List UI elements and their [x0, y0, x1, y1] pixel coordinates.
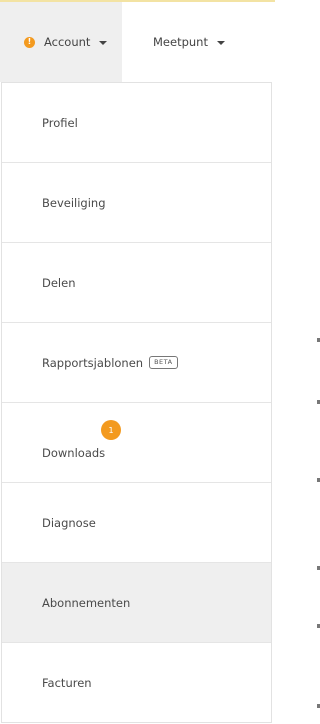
menu-item-downloads[interactable]: 1 Downloads [2, 403, 271, 483]
menu-item-rapportsjablonen[interactable]: Rapportsjablonen BETA [2, 323, 271, 403]
menu-item-profiel[interactable]: Profiel [2, 83, 271, 163]
menu-item-label: Abonnementen [42, 595, 131, 610]
menu-item-delen[interactable]: Delen [2, 243, 271, 323]
account-dropdown-menu: Profiel Beveiliging Delen Rapportsjablon… [1, 82, 272, 723]
menu-item-abonnementen[interactable]: Abonnementen [2, 563, 271, 643]
menu-item-facturen[interactable]: Facturen [2, 643, 271, 723]
account-menu-toggle[interactable]: ! Account [0, 2, 122, 82]
chevron-down-icon [216, 40, 225, 45]
chevron-down-icon [99, 40, 108, 45]
menu-item-label: Downloads [42, 445, 106, 460]
meetpunt-menu-toggle[interactable]: Meetpunt [122, 2, 275, 82]
top-navbar: ! Account Meetpunt [0, 2, 275, 82]
notification-count-badge: 1 [101, 420, 121, 440]
menu-item-label: Diagnose [42, 515, 96, 530]
alert-icon: ! [24, 36, 35, 48]
meetpunt-label: Meetpunt [153, 35, 208, 49]
menu-item-label: Rapportsjablonen [42, 355, 144, 370]
beta-badge: BETA [149, 356, 178, 369]
menu-item-diagnose[interactable]: Diagnose [2, 483, 271, 563]
menu-item-label: Beveiliging [42, 195, 106, 210]
menu-item-beveiliging[interactable]: Beveiliging [2, 163, 271, 243]
menu-item-label: Facturen [42, 676, 92, 690]
menu-item-label: Profiel [42, 115, 78, 130]
account-label: Account [44, 35, 91, 49]
menu-item-label: Delen [42, 275, 76, 290]
